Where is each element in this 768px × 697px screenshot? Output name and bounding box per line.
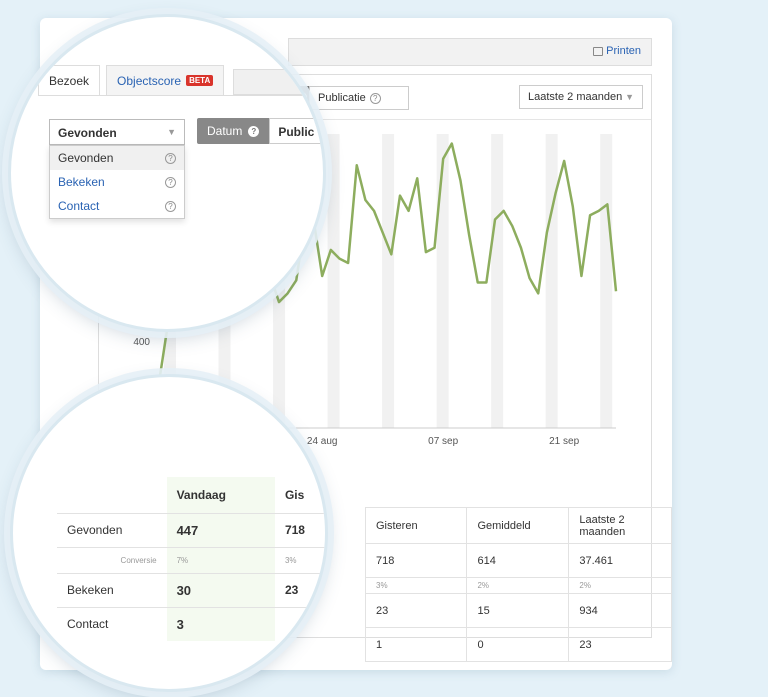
dropdown-item-bekeken[interactable]: Bekeken ? <box>50 170 184 194</box>
help-icon: ? <box>165 176 176 188</box>
help-icon: ? <box>165 200 176 212</box>
tab-bezoek[interactable]: Bezoek <box>38 65 101 96</box>
weekend-band <box>491 134 504 428</box>
row-label: Bekeken <box>57 572 167 607</box>
dropdown-item-gevonden[interactable]: Gevonden ? <box>50 146 184 170</box>
table-cell: 718 <box>364 543 468 578</box>
stats-table-zoom: Vandaag Gis Gevonden 447 718 Conversie 7… <box>57 477 325 641</box>
table-cell: 23 <box>274 572 325 607</box>
stats-table: Gisteren Gemiddeld Laatste 2 maanden 718… <box>364 507 672 662</box>
tab-label: Bezoek <box>49 74 90 88</box>
conversion-label: Conversie <box>57 546 167 573</box>
dropdown-item-label: Contact <box>58 199 100 213</box>
magnifier-bottom: Vandaag Gis Gevonden 447 718 Conversie 7… <box>10 374 328 692</box>
table-cell: 3 <box>166 606 275 641</box>
metric-dropdown: Gevonden ? Bekeken ? Contact ? <box>49 145 185 219</box>
top-toolbar: Printen <box>288 38 652 66</box>
col-header: Gisteren <box>364 507 468 544</box>
printer-icon <box>593 46 604 56</box>
weekend-band <box>436 134 449 428</box>
divider <box>38 95 323 96</box>
row-label: Contact <box>57 606 167 641</box>
col-header: Gemiddeld <box>466 507 570 544</box>
table-cell-empty <box>274 606 325 641</box>
segment-datum[interactable]: Datum ? <box>197 118 270 144</box>
tab-strip-stub <box>233 69 323 95</box>
weekend-band <box>327 134 340 428</box>
dropdown-item-label: Gevonden <box>58 151 114 165</box>
table-cell: 447 <box>166 512 275 547</box>
publicatie-label: Publicatie <box>318 92 366 104</box>
dropdown-item-label: Bekeken <box>58 175 105 189</box>
tab-bar: Bezoek Objectscore BETA <box>38 65 230 96</box>
table-cell: 718 <box>274 512 325 547</box>
table-cell: 614 <box>466 543 570 578</box>
x-tick-label: 21 sep <box>549 436 579 447</box>
conversion-cell: 2% <box>568 577 672 594</box>
conversion-cell: 3% <box>274 546 325 573</box>
chevron-down-icon: ▼ <box>167 127 176 137</box>
segment-toggle: Datum ? Public <box>197 118 323 144</box>
tab-objectscore[interactable]: Objectscore BETA <box>106 65 225 95</box>
period-label: Laatste 2 maanden <box>528 91 623 103</box>
col-header: Vandaag <box>166 477 275 513</box>
print-link[interactable]: Printen <box>593 45 641 57</box>
metric-select[interactable]: Gevonden ▼ <box>49 119 185 145</box>
col-header: Gis <box>284 487 305 502</box>
table-cell: 30 <box>166 572 275 607</box>
col-header: Laatste 2 maanden <box>568 507 672 544</box>
chevron-down-icon: ▼ <box>625 92 634 102</box>
table-cell: 23 <box>364 593 468 628</box>
table-cell: 934 <box>568 593 672 628</box>
weekend-band <box>545 134 558 428</box>
row-header-empty <box>57 477 167 513</box>
row-label: Gevonden <box>57 512 167 547</box>
y-tick-label: 400 <box>133 337 150 348</box>
segment-label: Datum <box>207 124 243 138</box>
table-cell: 0 <box>466 627 570 662</box>
dropdown-item-contact[interactable]: Contact ? <box>50 194 184 218</box>
conversion-cell: 2% <box>466 577 570 594</box>
conversion-cell: 7% <box>166 546 275 573</box>
magnifier-top: Bezoek Objectscore BETA Gevonden ▼ Gevon… <box>8 14 326 332</box>
period-select[interactable]: Laatste 2 maanden ▼ <box>519 85 643 109</box>
publicatie-toggle[interactable]: Publicatie ? <box>309 86 409 110</box>
metric-selected: Gevonden <box>58 126 117 140</box>
x-tick-label: 07 sep <box>428 436 458 447</box>
table-cell: 15 <box>466 593 570 628</box>
table-cell: 23 <box>568 627 672 662</box>
table-cell: 37.461 <box>568 543 672 578</box>
print-label: Printen <box>606 45 641 57</box>
help-icon: ? <box>165 152 176 164</box>
weekend-band <box>600 134 613 428</box>
help-icon: ? <box>248 125 260 137</box>
weekend-band <box>382 134 395 428</box>
conversion-cell: 3% <box>364 577 468 594</box>
help-icon: ? <box>369 92 381 104</box>
table-cell: 1 <box>364 627 468 662</box>
beta-badge: BETA <box>186 75 214 86</box>
segment-publicatie[interactable]: Public <box>269 118 323 144</box>
tab-label: Objectscore <box>117 73 182 88</box>
segment-label: Public <box>278 125 315 139</box>
